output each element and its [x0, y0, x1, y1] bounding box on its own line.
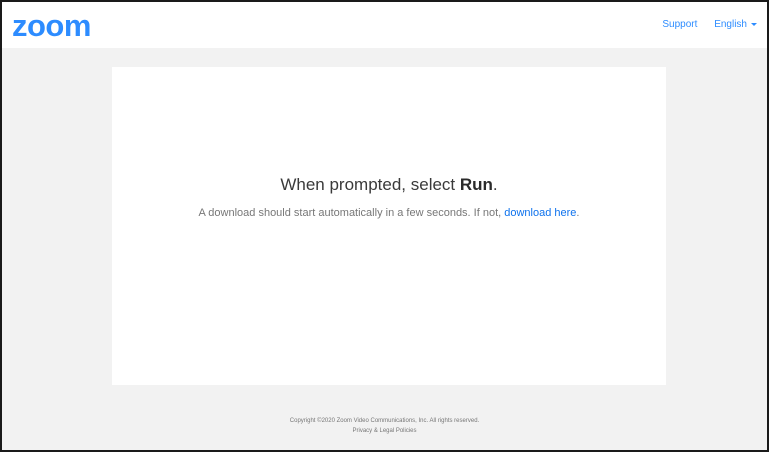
headline-action: Run: [459, 175, 493, 194]
support-link[interactable]: Support: [662, 19, 697, 30]
download-here-link[interactable]: download here: [504, 207, 576, 219]
subline-suffix: .: [576, 207, 580, 219]
browser-page: zoom Support English When prompted, sele…: [0, 0, 769, 452]
subline-text: A download should start automatically in…: [198, 207, 505, 219]
header-nav: Support English: [662, 19, 757, 30]
headline-suffix: .: [492, 175, 498, 194]
headline-prefix: When prompted, select: [280, 175, 460, 194]
download-card: When prompted, select Run. A download sh…: [112, 67, 666, 385]
copyright-text: Copyright ©2020 Zoom Video Communication…: [289, 418, 480, 424]
page-headline: When prompted, select Run.: [112, 175, 666, 195]
top-navigation-bar: zoom Support English: [2, 2, 767, 48]
download-instructions: A download should start automatically in…: [112, 207, 666, 219]
zoom-logo[interactable]: zoom: [12, 6, 91, 46]
language-selector[interactable]: English: [714, 19, 757, 30]
language-label: English: [714, 19, 747, 30]
caret-down-icon: [751, 22, 757, 26]
privacy-legal-link[interactable]: Privacy & Legal Policies: [2, 426, 767, 436]
page-footer: Copyright ©2020 Zoom Video Communication…: [2, 416, 767, 436]
